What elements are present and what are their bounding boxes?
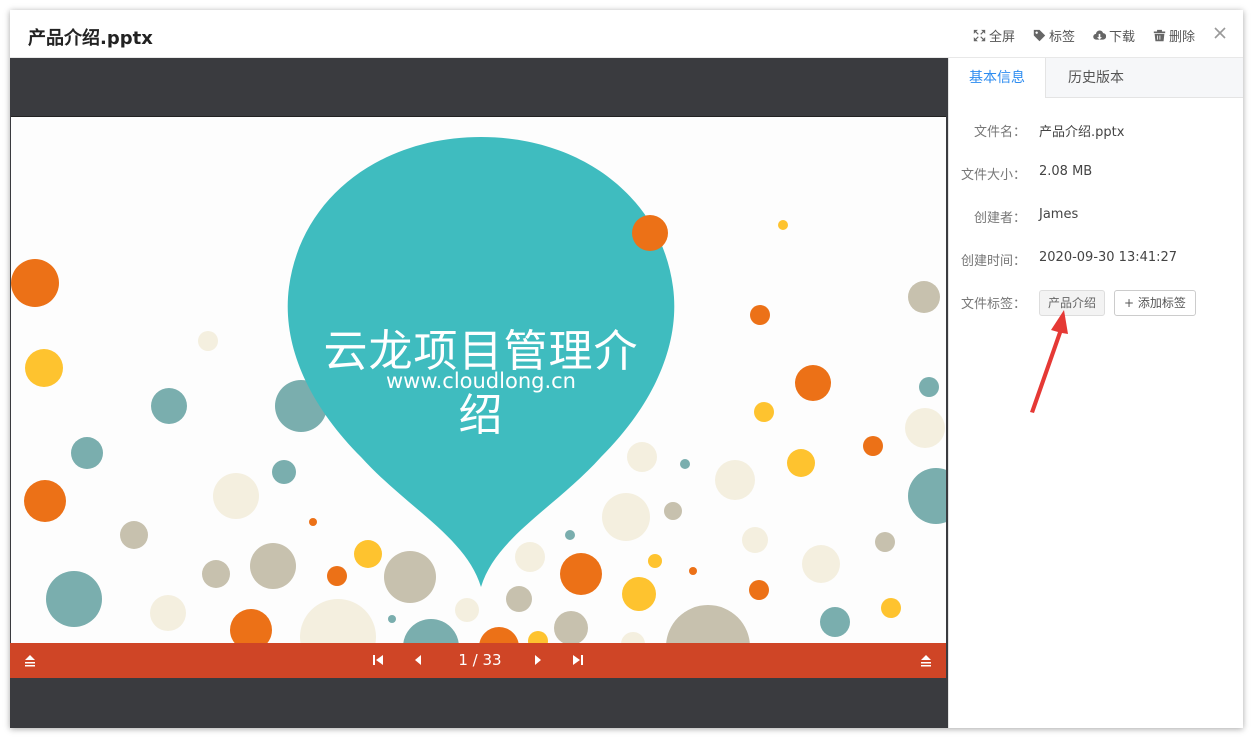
annotation-arrow-icon <box>1030 310 1068 413</box>
fullscreen-button[interactable]: 全屏 <box>973 26 1015 45</box>
first-page-button[interactable] <box>370 652 386 668</box>
tag-icon <box>1033 29 1046 42</box>
tab-version-history[interactable]: 历史版本 <box>1046 58 1146 98</box>
eject-menu-icon <box>25 655 35 667</box>
tags-button[interactable]: 标签 <box>1033 26 1075 45</box>
file-tags-label: 文件标签： <box>960 297 1026 312</box>
skip-last-icon <box>573 655 583 665</box>
slide-url: www.cloudlong.cn <box>386 369 576 393</box>
created-time-label: 创建时间： <box>960 254 1026 269</box>
close-button[interactable] <box>1213 25 1227 39</box>
slide-menu-right-button[interactable] <box>918 652 934 668</box>
caret-right-icon <box>535 655 541 665</box>
expand-icon <box>973 29 986 42</box>
file-name-value: 产品介绍.pptx <box>1039 125 1125 140</box>
panel-tabs: 基本信息 历史版本 <box>949 58 1243 98</box>
tab-basic-info[interactable]: 基本信息 <box>949 58 1046 98</box>
creator-label: 创建者： <box>973 211 1026 226</box>
download-label: 下载 <box>1108 30 1135 45</box>
file-name-label: 文件名： <box>973 125 1026 140</box>
tags-label: 标签 <box>1048 30 1075 45</box>
dialog-header: 产品介绍.pptx 全屏 标签 下载 删除 <box>10 10 1243 58</box>
previous-page-button[interactable] <box>410 652 426 668</box>
cloud-download-icon <box>1093 30 1106 40</box>
trash-icon <box>1153 29 1166 42</box>
eject-menu-icon <box>921 655 931 667</box>
delete-label: 删除 <box>1168 30 1195 45</box>
caret-left-icon <box>415 655 421 665</box>
slide-canvas: 云龙项目管理介绍 www.cloudlong.cn <box>11 116 946 644</box>
close-icon <box>1214 27 1226 39</box>
add-tag-button[interactable]: + 添加标签 <box>1114 290 1196 316</box>
slide-menu-left-button[interactable] <box>22 652 38 668</box>
creator-value: James <box>1039 207 1079 222</box>
file-info-panel: 基本信息 历史版本 文件名： 产品介绍.pptx 文件大小： 2.08 MB 创… <box>948 58 1243 728</box>
file-size-value: 2.08 MB <box>1039 164 1093 179</box>
slide-navigation-bar: 1 / 33 <box>10 643 946 678</box>
download-button[interactable]: 下载 <box>1093 26 1135 45</box>
delete-button[interactable]: 删除 <box>1153 26 1195 45</box>
header-actions: 全屏 标签 下载 删除 <box>973 26 1195 45</box>
next-page-button[interactable] <box>530 652 546 668</box>
document-viewer: 云龙项目管理介绍 www.cloudlong.cn 1 / 33 <box>10 58 948 728</box>
page-indicator: 1 / 33 <box>458 651 502 669</box>
file-size-label: 文件大小： <box>960 168 1026 183</box>
file-title: 产品介绍.pptx <box>28 28 153 49</box>
skip-first-icon <box>373 655 383 665</box>
fullscreen-label: 全屏 <box>988 30 1015 45</box>
created-time-value: 2020-09-30 13:41:27 <box>1039 250 1178 265</box>
last-page-button[interactable] <box>570 652 586 668</box>
